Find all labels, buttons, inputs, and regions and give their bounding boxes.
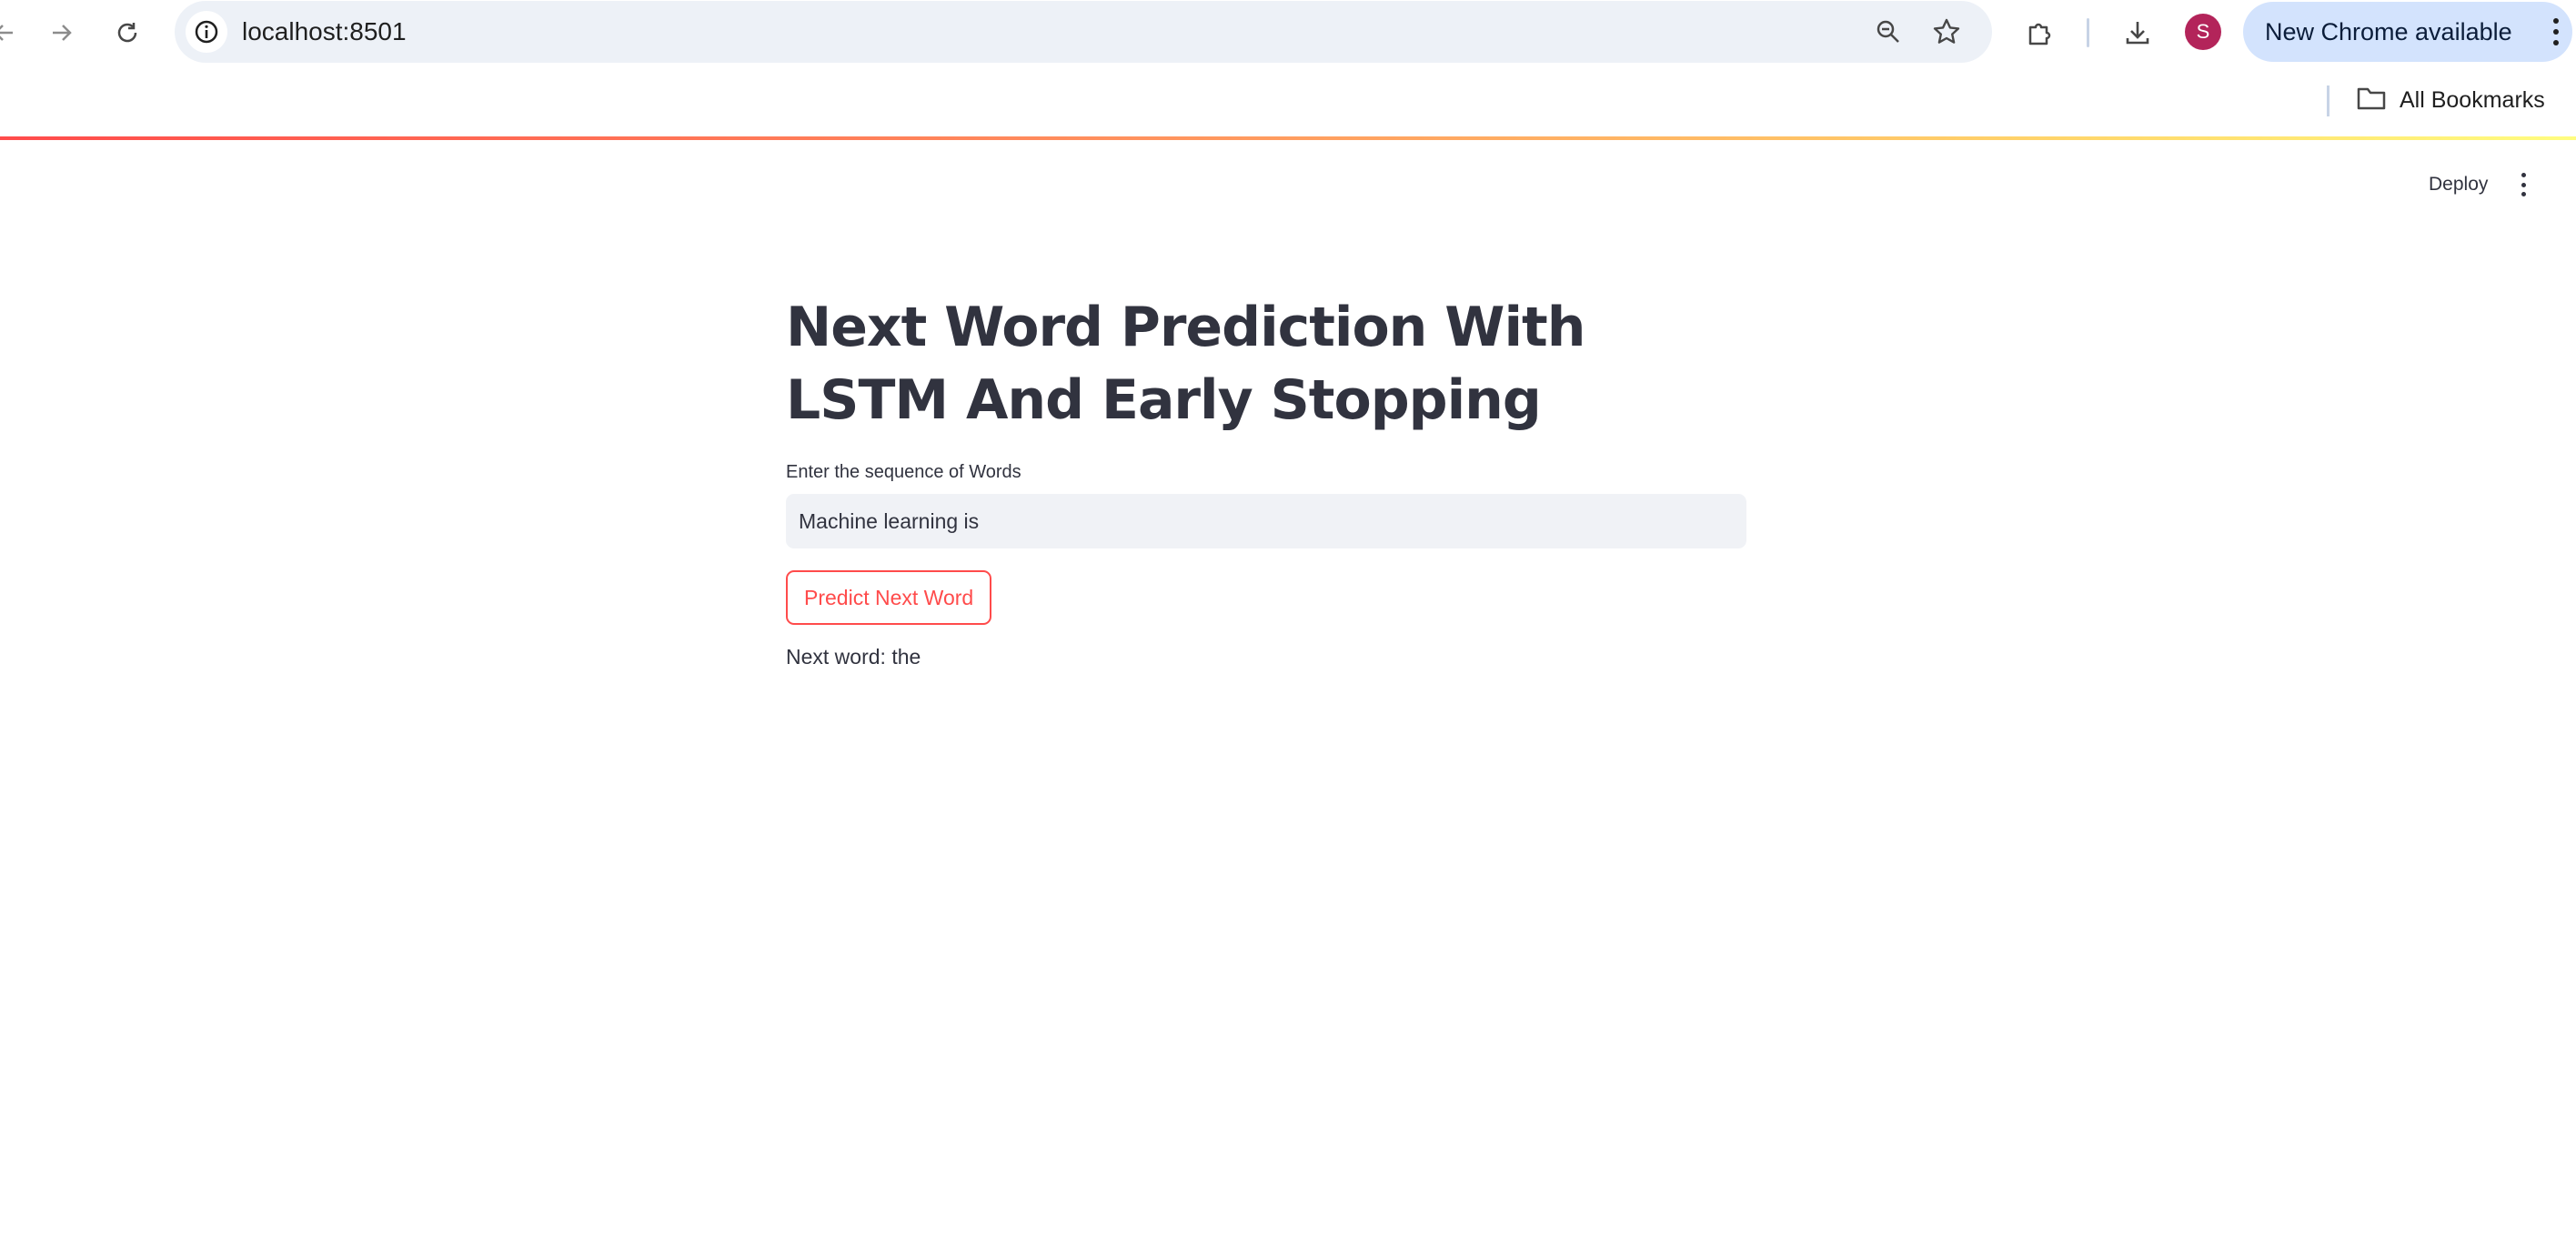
address-bar[interactable]: localhost:8501 [175,1,1992,63]
update-chrome-button[interactable]: New Chrome available [2243,2,2572,62]
word-sequence-input[interactable] [786,494,1746,548]
input-label: Enter the sequence of Words [786,462,1021,482]
prediction-result: Next word: the [786,645,921,669]
kebab-icon[interactable] [2551,15,2561,48]
browser-toolbar: localhost:8501 S New Chrome available [0,0,2576,65]
url-text[interactable]: localhost:8501 [242,1,407,63]
reload-icon[interactable] [111,16,144,49]
star-icon[interactable] [1930,15,1963,48]
all-bookmarks-button[interactable]: All Bookmarks [2356,82,2545,118]
download-icon[interactable] [2121,16,2154,49]
toolbar-divider [2087,18,2089,47]
main-content: Next Word Prediction With LSTM And Early… [786,291,1746,669]
bookmarks-divider [2327,85,2329,116]
folder-icon [2356,85,2387,116]
predict-next-word-button[interactable]: Predict Next Word [786,570,992,625]
bookmarks-bar: All Bookmarks [0,65,2576,138]
puzzle-icon[interactable] [2023,16,2056,49]
page-title: Next Word Prediction With LSTM And Early… [786,296,1585,432]
profile-avatar[interactable]: S [2185,14,2221,50]
forward-arrow-icon[interactable] [45,16,78,49]
back-arrow-icon[interactable] [0,16,20,49]
update-chrome-label: New Chrome available [2265,18,2512,45]
all-bookmarks-label: All Bookmarks [2400,86,2545,113]
main-menu-icon[interactable] [2516,167,2531,202]
info-icon[interactable] [186,11,227,53]
zoom-icon[interactable] [1872,15,1905,48]
app-header: Deploy [0,140,2576,235]
deploy-button[interactable]: Deploy [2416,164,2501,206]
